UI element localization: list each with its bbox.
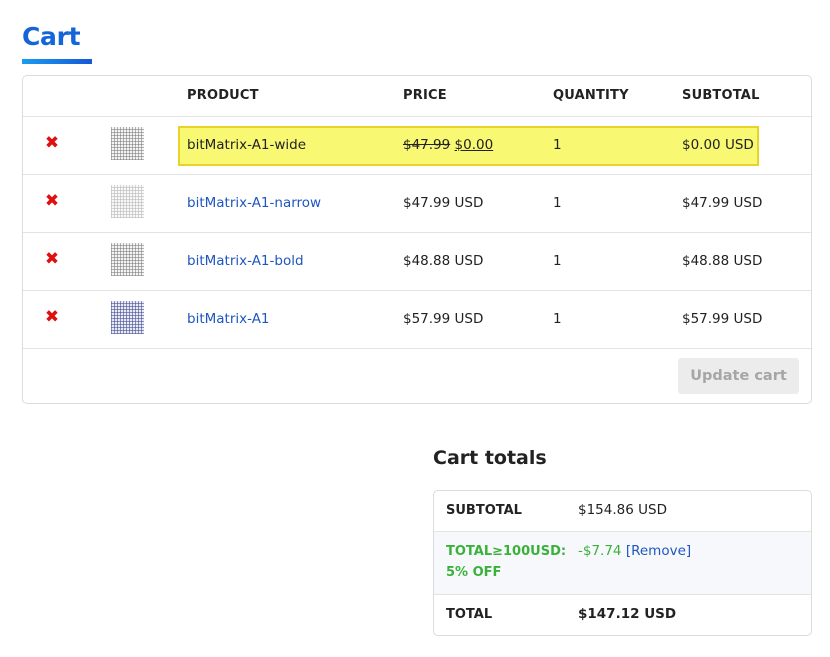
total-label: TOTAL [446, 607, 493, 622]
header-price: PRICE [403, 88, 447, 103]
totals-row-subtotal: SUBTOTAL $154.86 USD [434, 491, 811, 532]
remove-item-icon[interactable]: ✖ [43, 308, 61, 326]
product-subtotal: $47.99 USD [682, 195, 763, 211]
product-quantity[interactable]: 1 [553, 311, 562, 327]
product-subtotal: $57.99 USD [682, 311, 763, 327]
product-thumbnail[interactable] [111, 185, 144, 218]
table-row: ✖ bitMatrix-A1-bold $48.88 USD 1 $48.88 … [23, 233, 811, 291]
discount-value-wrap: -$7.74 [Remove] [578, 543, 691, 559]
remove-item-icon[interactable]: ✖ [43, 192, 61, 210]
table-row: ✖ bitMatrix-A1-wide $47.99 $0.00 1 $0.00… [23, 117, 811, 175]
total-value: $147.12 USD [578, 606, 677, 622]
cart-totals-table: SUBTOTAL $154.86 USD TOTAL≥100USD: 5% OF… [433, 490, 812, 636]
product-subtotal: $48.88 USD [682, 253, 763, 269]
remove-coupon-link[interactable]: [Remove] [626, 543, 691, 559]
header-product: PRODUCT [187, 88, 259, 103]
totals-row-discount: TOTAL≥100USD: 5% OFF -$7.74 [Remove] [434, 532, 811, 595]
table-row: ✖ bitMatrix-A1 $57.99 USD 1 $57.99 USD [23, 291, 811, 349]
product-price: $57.99 USD [403, 311, 484, 327]
product-thumbnail[interactable] [111, 243, 144, 276]
cart-table-header: PRODUCT PRICE QUANTITY SUBTOTAL [23, 76, 811, 117]
product-price: $47.99 $0.00 [403, 137, 493, 153]
discount-label-line2: 5% OFF [446, 565, 502, 580]
header-quantity: QUANTITY [553, 88, 629, 103]
discount-value: -$7.74 [578, 543, 622, 559]
cart-table: PRODUCT PRICE QUANTITY SUBTOTAL ✖ bitMat… [22, 75, 812, 404]
header-subtotal: SUBTOTAL [682, 88, 760, 103]
product-link[interactable]: bitMatrix-A1 [187, 311, 270, 327]
discount-label: TOTAL≥100USD: [446, 544, 567, 559]
price-discounted: $0.00 [454, 137, 494, 153]
product-thumbnail[interactable] [111, 301, 144, 334]
title-underline [22, 59, 92, 64]
totals-row-total: TOTAL $147.12 USD [434, 595, 811, 635]
remove-item-icon[interactable]: ✖ [43, 250, 61, 268]
product-quantity[interactable]: 1 [553, 137, 562, 153]
product-price: $47.99 USD [403, 195, 484, 211]
cart-totals-title: Cart totals [433, 447, 547, 469]
product-link[interactable]: bitMatrix-A1-narrow [187, 195, 321, 211]
page-title: Cart [22, 22, 81, 51]
remove-item-icon[interactable]: ✖ [43, 134, 61, 152]
product-thumbnail[interactable] [111, 127, 144, 160]
product-link[interactable]: bitMatrix-A1-bold [187, 253, 304, 269]
update-cart-button[interactable]: Update cart [678, 358, 799, 394]
product-quantity[interactable]: 1 [553, 253, 562, 269]
subtotal-label: SUBTOTAL [446, 503, 522, 518]
product-subtotal: $0.00 USD [682, 137, 754, 153]
subtotal-value: $154.86 USD [578, 502, 667, 518]
price-original: $47.99 [403, 137, 451, 153]
product-name: bitMatrix-A1-wide [187, 137, 307, 153]
table-row: ✖ bitMatrix-A1-narrow $47.99 USD 1 $47.9… [23, 175, 811, 233]
product-price: $48.88 USD [403, 253, 484, 269]
product-quantity[interactable]: 1 [553, 195, 562, 211]
